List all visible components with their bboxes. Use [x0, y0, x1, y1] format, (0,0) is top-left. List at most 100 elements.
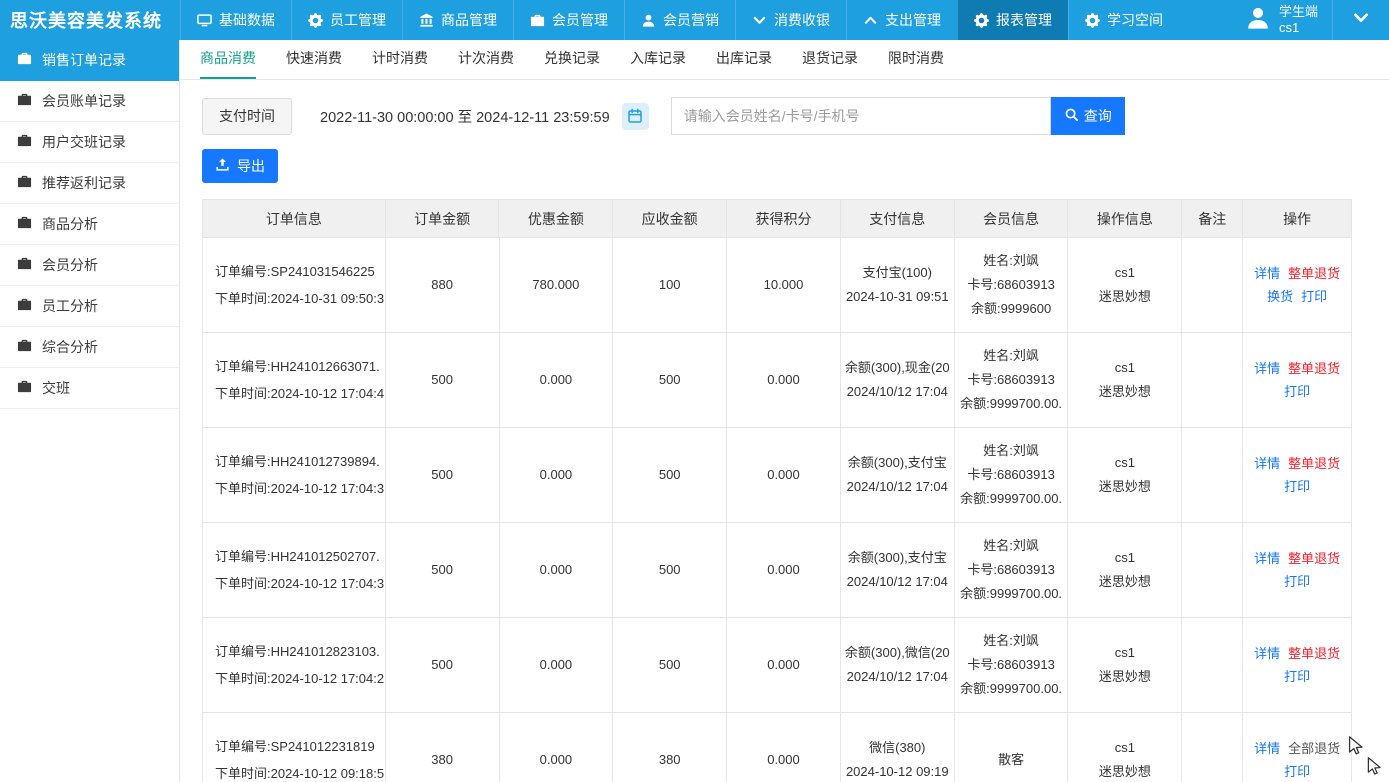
briefcase-icon — [17, 174, 32, 192]
app-logo: 思沃美容美发系统 — [0, 0, 180, 40]
action-link-refund-order[interactable]: 整单退货 — [1288, 361, 1340, 376]
chevron-down-icon — [752, 13, 767, 28]
nav-item-staff[interactable]: 员工管理 — [291, 0, 402, 40]
table-header-row: 订单信息 订单金额 优惠金额 应收金额 获得积分 支付信息 会员信息 操作信息 … — [203, 200, 1351, 238]
action-link-detail[interactable]: 详情 — [1254, 266, 1280, 281]
tab-exchange-records[interactable]: 兑换记录 — [544, 40, 600, 79]
action-link-refund-order[interactable]: 整单退货 — [1288, 456, 1340, 471]
export-button[interactable]: 导出 — [202, 149, 278, 183]
action-link-exchange[interactable]: 换货 — [1267, 289, 1293, 304]
chevron-up-icon — [863, 13, 878, 28]
tab-count-consume[interactable]: 计次消费 — [458, 40, 514, 79]
tab-goods-consume[interactable]: 商品消费 — [200, 40, 256, 79]
collapse-menu-button[interactable] — [1332, 0, 1389, 40]
points-cell: 0.000 — [727, 618, 841, 713]
sidebar-item-member-analysis[interactable]: 会员分析 — [0, 245, 179, 286]
pay-info-cell: 微信(380) 2024-10-12 09:19 — [841, 713, 955, 782]
member-info-cell: 姓名:刘飒 卡号:68603913 余额:9999700.00. — [955, 523, 1069, 618]
receivable-cell: 100 — [613, 238, 727, 333]
actions-cell: 详情整单退货 打印 — [1243, 618, 1351, 713]
sidebar-item-sales-orders[interactable]: 销售订单记录 — [0, 40, 179, 81]
pay-info-cell: 支付宝(100) 2024-10-31 09:51 — [841, 238, 955, 333]
discount-cell: 0.000 — [500, 523, 614, 618]
action-link-refund-order[interactable]: 整单退货 — [1288, 266, 1340, 281]
remark-cell — [1182, 713, 1243, 782]
order-info-cell: 订单编号:HH241012739894. 下单时间:2024-10-12 17:… — [203, 428, 386, 523]
tab-timed-consume[interactable]: 计时消费 — [372, 40, 428, 79]
order-amount-cell: 880 — [386, 238, 500, 333]
order-info-cell: 订单编号:SP241031546225 下单时间:2024-10-31 09:5… — [203, 238, 386, 333]
tab-return-records[interactable]: 退货记录 — [802, 40, 858, 79]
receivable-cell: 380 — [613, 713, 727, 782]
sidebar-item-overall-analysis[interactable]: 综合分析 — [0, 327, 179, 368]
action-link-print[interactable]: 打印 — [1284, 574, 1310, 589]
order-info-cell: 订单编号:SP241012231819 下单时间:2024-10-12 09:1… — [203, 713, 386, 782]
order-info-cell: 订单编号:HH241012663071. 下单时间:2024-10-12 17:… — [203, 333, 386, 428]
col-header-discount: 优惠金额 — [499, 200, 613, 238]
operator-info-cell: cs1 迷思妙想 — [1068, 713, 1182, 782]
action-link-detail[interactable]: 详情 — [1254, 361, 1280, 376]
action-link-refund-order[interactable]: 整单退货 — [1288, 646, 1340, 661]
nav-item-goods[interactable]: 商品管理 — [402, 0, 513, 40]
sidebar-item-handover[interactable]: 交班 — [0, 368, 179, 409]
nav-item-members[interactable]: 会员管理 — [513, 0, 624, 40]
pay-time-button[interactable]: 支付时间 — [202, 98, 292, 135]
action-link-detail[interactable]: 详情 — [1254, 456, 1280, 471]
action-link-print[interactable]: 打印 — [1284, 669, 1310, 684]
pay-info-cell: 余额(300),支付宝 2024/10/12 17:04 — [841, 523, 955, 618]
query-button[interactable]: 查询 — [1051, 97, 1125, 135]
operator-info-cell: cs1 迷思妙想 — [1068, 618, 1182, 713]
actions-cell: 详情全部退货 打印 — [1243, 713, 1351, 782]
briefcase-icon — [17, 297, 32, 315]
nav-item-cashier[interactable]: 消费收银 — [735, 0, 846, 40]
tab-quick-consume[interactable]: 快速消费 — [286, 40, 342, 79]
user-menu[interactable]: 学生端 cs1 — [1231, 0, 1332, 40]
order-amount-cell: 380 — [386, 713, 500, 782]
sidebar-item-shift-records[interactable]: 用户交班记录 — [0, 122, 179, 163]
search-input[interactable] — [671, 97, 1051, 135]
action-link-detail[interactable]: 详情 — [1254, 551, 1280, 566]
remark-cell — [1182, 333, 1243, 428]
points-cell: 0.000 — [727, 428, 841, 523]
action-link-print[interactable]: 打印 — [1301, 289, 1327, 304]
sidebar-item-staff-analysis[interactable]: 员工分析 — [0, 286, 179, 327]
actions-cell: 详情整单退货 打印 — [1243, 333, 1351, 428]
pay-info-cell: 余额(300),微信(20 2024/10/12 17:04 — [841, 618, 955, 713]
monitor-icon — [197, 13, 212, 28]
member-info-cell: 姓名:刘飒 卡号:68603913 余额:9999600 — [955, 238, 1069, 333]
tab-outbound-records[interactable]: 出库记录 — [716, 40, 772, 79]
order-amount-cell: 500 — [386, 523, 500, 618]
operator-info-cell: cs1 迷思妙想 — [1068, 333, 1182, 428]
nav-item-learning[interactable]: 学习空间 — [1068, 0, 1179, 40]
col-header-actions: 操作 — [1243, 200, 1351, 238]
col-header-pay-info: 支付信息 — [841, 200, 955, 238]
sidebar-item-goods-analysis[interactable]: 商品分析 — [0, 204, 179, 245]
action-link-print[interactable]: 打印 — [1284, 384, 1310, 399]
action-link-refund-all[interactable]: 全部退货 — [1288, 741, 1340, 756]
receivable-cell: 500 — [613, 618, 727, 713]
nav-item-expense[interactable]: 支出管理 — [846, 0, 957, 40]
table-row: 订单编号:HH241012739894. 下单时间:2024-10-12 17:… — [203, 428, 1351, 523]
tab-inbound-records[interactable]: 入库记录 — [630, 40, 686, 79]
main-content: 商品消费 快速消费 计时消费 计次消费 兑换记录 入库记录 出库记录 退货记录 … — [180, 40, 1389, 782]
order-info-cell: 订单编号:HH241012823103. 下单时间:2024-10-12 17:… — [203, 618, 386, 713]
action-link-detail[interactable]: 详情 — [1254, 646, 1280, 661]
action-link-refund-order[interactable]: 整单退货 — [1288, 551, 1340, 566]
member-info-cell: 姓名:刘飒 卡号:68603913 余额:9999700.00. — [955, 618, 1069, 713]
remark-cell — [1182, 618, 1243, 713]
calendar-icon[interactable] — [622, 103, 649, 130]
tab-limited-consume[interactable]: 限时消费 — [888, 40, 944, 79]
user-avatar-icon — [1245, 5, 1271, 36]
actions-cell: 详情整单退货 换货打印 — [1243, 238, 1351, 333]
nav-item-base-data[interactable]: 基础数据 — [180, 0, 291, 40]
nav-item-marketing[interactable]: 会员营销 — [624, 0, 735, 40]
action-link-print[interactable]: 打印 — [1284, 764, 1310, 779]
date-range-text[interactable]: 2022-11-30 00:00:00 至 2024-12-11 23:59:5… — [320, 106, 610, 127]
sidebar-item-referral-rebates[interactable]: 推荐返利记录 — [0, 163, 179, 204]
action-link-detail[interactable]: 详情 — [1254, 741, 1280, 756]
sidebar-item-member-bills[interactable]: 会员账单记录 — [0, 81, 179, 122]
action-link-print[interactable]: 打印 — [1284, 479, 1310, 494]
operator-info-cell: cs1 迷思妙想 — [1068, 238, 1182, 333]
date-range-control[interactable]: 2022-11-30 00:00:00 至 2024-12-11 23:59:5… — [320, 103, 649, 130]
nav-item-reports[interactable]: 报表管理 — [957, 0, 1068, 40]
